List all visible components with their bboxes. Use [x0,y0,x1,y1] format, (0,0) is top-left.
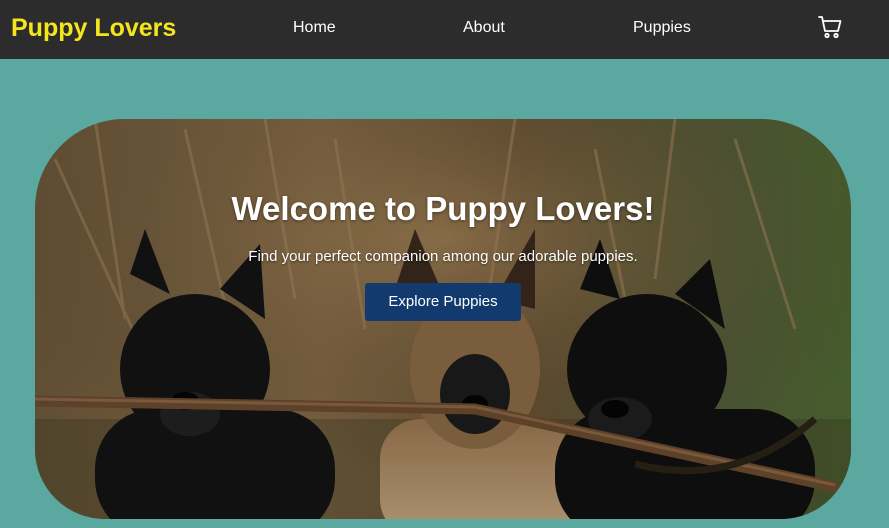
nav-link-about[interactable]: About [463,18,505,37]
hero-title: Welcome to Puppy Lovers! [231,190,655,227]
brand-logo[interactable]: Puppy Lovers [11,13,176,43]
explore-puppies-button[interactable]: Explore Puppies [365,283,521,321]
hero-banner: Welcome to Puppy Lovers! Find your perfe… [35,119,851,519]
nav-link-puppies[interactable]: Puppies [633,18,691,37]
hero-subtitle: Find your perfect companion among our ad… [248,248,638,265]
nav-link-home[interactable]: Home [293,18,336,37]
shopping-cart-icon [818,16,842,39]
top-navbar: Puppy Lovers Home About Puppies [0,0,889,59]
cart-button[interactable] [817,14,843,40]
